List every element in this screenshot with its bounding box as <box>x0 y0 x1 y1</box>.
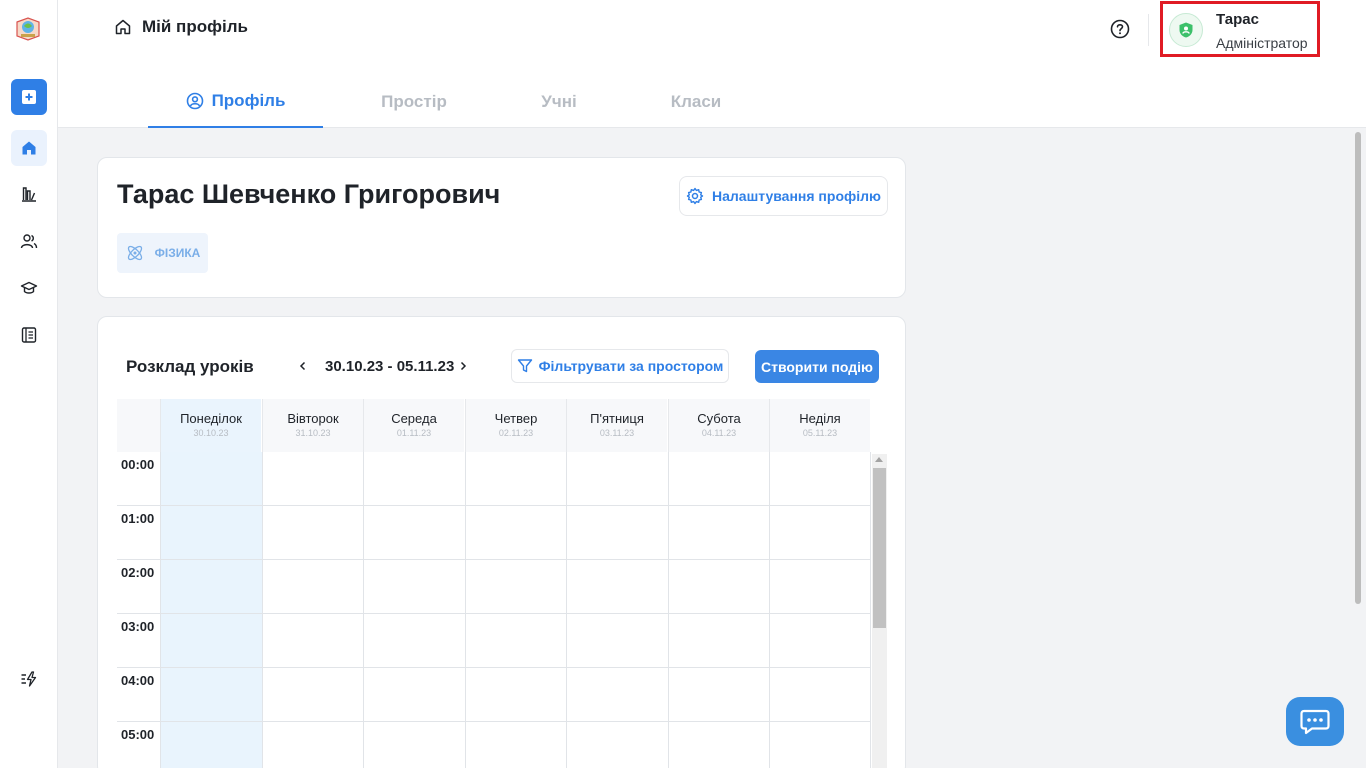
scroll-thumb[interactable] <box>873 468 886 628</box>
tab-students[interactable]: Учні <box>505 76 613 128</box>
user-menu[interactable]: Тарас Адміністратор <box>1160 1 1320 57</box>
time-label: 00:00 <box>121 457 155 472</box>
tab-classes-label: Класи <box>670 92 722 111</box>
gear-icon <box>686 187 704 205</box>
logo-icon[interactable] <box>14 14 42 42</box>
profile-settings-label: Налаштування профілю <box>712 188 881 204</box>
add-button[interactable] <box>11 79 47 115</box>
day-name: Неділя <box>799 411 841 426</box>
sidebar-item-home[interactable] <box>11 130 47 166</box>
tab-students-label: Учні <box>541 92 577 111</box>
time-label: 01:00 <box>121 511 155 526</box>
time-label: 05:00 <box>121 727 155 742</box>
scroll-up-icon[interactable] <box>875 457 883 462</box>
week-calendar: Понеділок 30.10.23 Вівторок 31.10.23 Середа 0… <box>117 399 887 768</box>
day-name: Вівторок <box>287 411 339 426</box>
tab-bar: Профіль Простір Учні Класи <box>148 76 779 128</box>
time-label: 03:00 <box>121 619 155 634</box>
breadcrumb[interactable]: Мій профіль <box>114 17 248 37</box>
header: Мій профіль Тарас Адміністратор Профіль <box>58 0 1366 128</box>
sidebar-item-statistics[interactable] <box>11 176 47 212</box>
subject-badge: ФІЗИКА <box>117 233 208 273</box>
breadcrumb-label: Мій профіль <box>142 17 248 36</box>
filter-label: Фільтрувати за простором <box>538 358 724 374</box>
user-name: Тарас <box>1216 11 1259 28</box>
day-header: Понеділок 30.10.23 <box>160 399 261 452</box>
row-divider <box>117 505 871 506</box>
sidebar-item-classes[interactable] <box>11 270 47 306</box>
chevron-left-icon <box>299 361 306 371</box>
tab-space[interactable]: Простір <box>323 76 505 128</box>
sidebar <box>0 0 58 768</box>
day-date: 05.11.23 <box>802 428 838 438</box>
schedule-card: Розклад уроків 30.10.23 - 05.11.23 Фільт… <box>97 316 906 768</box>
day-name: Субота <box>697 411 741 426</box>
tab-profile-label: Профіль <box>211 91 286 110</box>
profile-full-name: Тарас Шевченко Григорович <box>117 179 501 209</box>
stats-icon <box>22 187 36 202</box>
profile-card: Тарас Шевченко Григорович Налаштування п… <box>97 157 906 298</box>
day-header: Середа 01.11.23 <box>363 399 464 452</box>
row-divider <box>117 721 871 722</box>
header-divider <box>1148 14 1149 46</box>
day-header: Четвер 02.11.23 <box>465 399 566 452</box>
sidebar-item-users[interactable] <box>11 223 47 259</box>
calendar-corner <box>117 399 160 452</box>
day-name: Четвер <box>494 411 538 426</box>
filter-by-space-button[interactable]: Фільтрувати за простором <box>511 349 729 383</box>
users-icon <box>20 234 38 249</box>
row-divider <box>117 613 871 614</box>
day-name: Середа <box>391 411 437 426</box>
day-date: 01.11.23 <box>396 428 432 438</box>
time-label: 04:00 <box>121 673 155 688</box>
day-date: 04.11.23 <box>701 428 737 438</box>
time-label: 02:00 <box>121 565 155 580</box>
user-role: Адміністратор <box>1216 35 1308 51</box>
sidebar-item-quick-actions[interactable] <box>11 661 47 697</box>
day-name: П'ятниця <box>590 411 644 426</box>
day-header: Субота 04.11.23 <box>668 399 769 452</box>
create-event-button[interactable]: Створити подію <box>755 350 879 383</box>
day-header: Вівторок 31.10.23 <box>262 399 363 452</box>
tab-space-label: Простір <box>381 92 447 111</box>
day-date: 02.11.23 <box>498 428 534 438</box>
page-scrollbar[interactable] <box>1355 132 1361 604</box>
day-date: 30.10.23 <box>193 428 229 438</box>
book-icon <box>21 327 37 343</box>
schedule-title: Розклад уроків <box>126 357 254 376</box>
atom-icon <box>127 245 142 261</box>
profile-settings-button[interactable]: Налаштування профілю <box>679 176 888 216</box>
calendar-scrollbar[interactable] <box>872 454 887 768</box>
lightning-icon <box>21 671 37 687</box>
row-divider <box>117 667 871 668</box>
avatar <box>1169 13 1203 47</box>
shield-user-icon <box>1179 22 1193 38</box>
plus-square-icon <box>22 90 36 104</box>
day-header: Неділя 05.11.23 <box>769 399 870 452</box>
day-date: 31.10.23 <box>295 428 331 438</box>
chevron-right-icon <box>460 361 467 371</box>
graduation-cap-icon <box>20 281 38 294</box>
sidebar-item-journal[interactable] <box>11 317 47 353</box>
help-icon[interactable] <box>1110 19 1130 39</box>
day-date: 03.11.23 <box>599 428 635 438</box>
filter-icon <box>517 359 532 373</box>
day-header: П'ятниця 03.11.23 <box>566 399 667 452</box>
home-icon <box>22 141 36 155</box>
chat-icon <box>1300 709 1330 734</box>
next-week-button[interactable] <box>454 357 472 375</box>
home-outline-icon <box>115 19 131 35</box>
tab-classes[interactable]: Класи <box>613 76 779 128</box>
week-date-range: 30.10.23 - 05.11.23 <box>325 358 455 375</box>
user-circle-icon <box>186 92 203 110</box>
tab-profile[interactable]: Профіль <box>148 76 323 128</box>
previous-week-button[interactable] <box>294 357 312 375</box>
row-divider <box>117 559 871 560</box>
day-name: Понеділок <box>180 411 242 426</box>
chat-button[interactable] <box>1286 697 1344 746</box>
subject-label: ФІЗИКА <box>154 246 201 260</box>
